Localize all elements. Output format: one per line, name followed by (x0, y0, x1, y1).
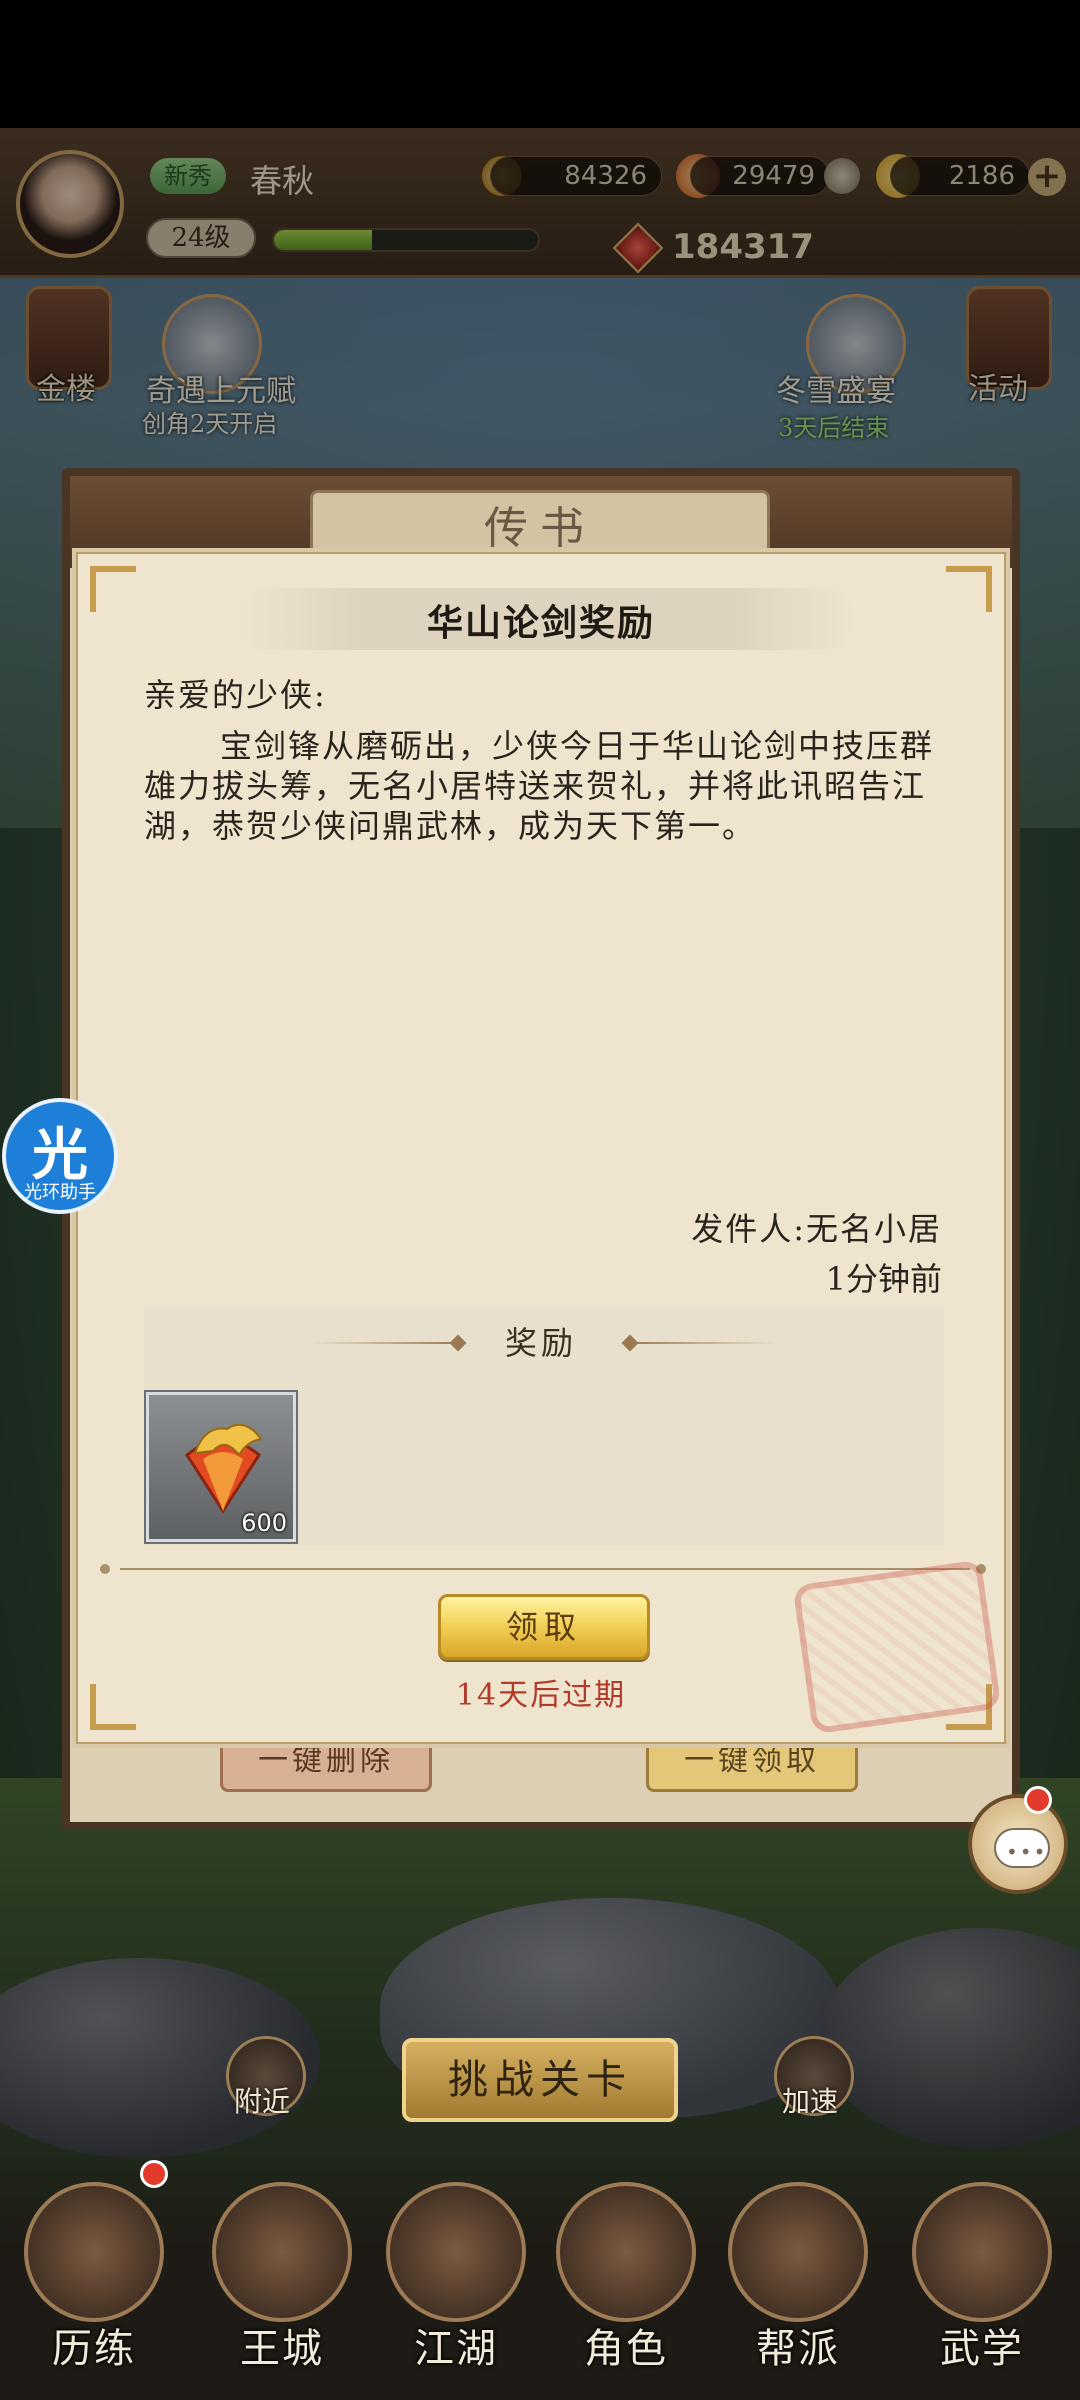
nav-guild-icon[interactable] (728, 2182, 868, 2322)
reward-label: 奖励 (504, 1324, 577, 1362)
letter-time: 1分钟前 (825, 1260, 942, 1298)
letter-divider (120, 1568, 970, 1570)
nav-label-training: 历练 (52, 2326, 136, 2372)
chat-button[interactable]: ••• (968, 1794, 1068, 1894)
expire-notice: 14天后过期 (455, 1678, 627, 1713)
nav-training-icon[interactable] (24, 2182, 164, 2322)
nav-label-martial-arts: 武学 (940, 2326, 1024, 2372)
nav-training-dot (140, 2160, 168, 2188)
nav-martial-arts-icon[interactable] (912, 2182, 1052, 2322)
claim-button[interactable]: 领取 (438, 1594, 650, 1660)
nav-royal-city-icon[interactable] (212, 2182, 352, 2322)
letter-sheet: 华山论剑奖励 亲爱的少侠: 宝剑锋从磨砺出，少侠今日于华山论剑中技压群雄力拔头筹… (72, 548, 1010, 1748)
letter-sender: 发件人:无名小居 (691, 1210, 942, 1248)
halo-helper-button[interactable]: 光 光环助手 (2, 1098, 118, 1214)
nav-label-character: 角色 (584, 2326, 668, 2372)
speedup-label: 加速 (782, 2085, 839, 2118)
letter-title: 华山论剑奖励 (426, 602, 655, 644)
challenge-stage-button[interactable]: 挑战关卡 (402, 2038, 678, 2122)
reward-item-count: 600 (241, 1509, 287, 1537)
nearby-label: 附近 (234, 2085, 291, 2118)
fan-weapon-icon (185, 1423, 263, 1514)
nav-jianghu-icon[interactable] (386, 2182, 526, 2322)
helper-label: 光环助手 (24, 1182, 96, 1203)
nav-label-jianghu: 江湖 (414, 2326, 498, 2372)
chat-notification-dot (1024, 1786, 1052, 1814)
nav-label-guild: 帮派 (756, 2326, 840, 2372)
status-bar-area (0, 0, 1080, 128)
nav-label-royal-city: 王城 (240, 2326, 324, 2372)
nav-character-icon[interactable] (556, 2182, 696, 2322)
letter-body: 宝剑锋从磨砺出，少侠今日于华山论剑中技压群雄力拔头筹，无名小居特送来贺礼，并将此… (144, 727, 935, 845)
letter-greeting: 亲爱的少侠: (144, 676, 327, 714)
reward-item-slot[interactable]: 600 (144, 1390, 298, 1544)
